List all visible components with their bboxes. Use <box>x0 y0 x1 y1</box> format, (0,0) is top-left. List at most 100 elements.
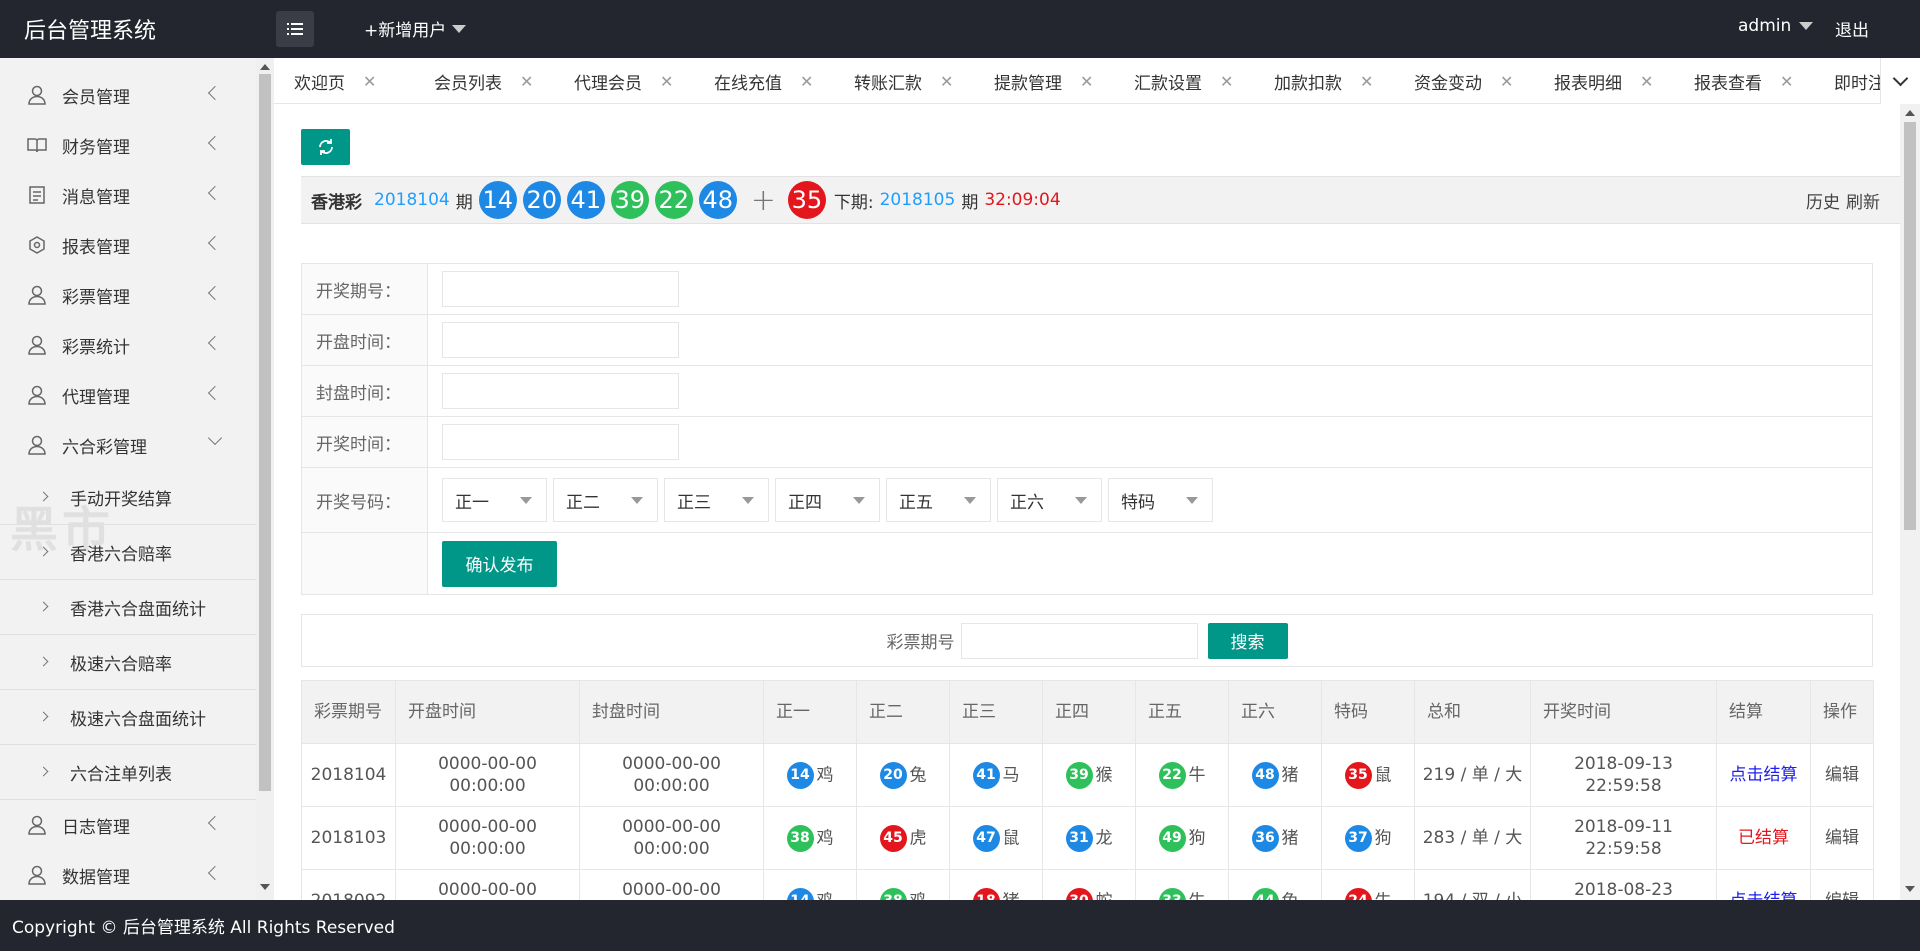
sidebar-subitem-2[interactable]: 香港六合盘面统计 <box>0 580 256 635</box>
issue-input[interactable] <box>442 271 679 307</box>
refresh-icon <box>318 139 333 155</box>
tab-5[interactable]: 提款管理 ✕ <box>994 58 1093 103</box>
lottery-result-bar: 香港彩 2018104 期 14 20 41 39 22 48 + 35 下期: 2018… <box>301 176 1900 224</box>
sidebar-item-after-1[interactable]: 数据管理 <box>0 850 256 900</box>
tab-4[interactable]: 转账汇款 ✕ <box>854 58 953 103</box>
close-icon[interactable]: ✕ <box>1500 72 1513 91</box>
number-select-4[interactable]: 正五 <box>886 478 991 522</box>
edit-link[interactable]: 编辑 <box>1825 765 1859 785</box>
sidebar-item-5[interactable]: 彩票统计 <box>0 320 256 370</box>
sidebar-subitem-4[interactable]: 极速六合盘面统计 <box>0 690 256 745</box>
caret-down-icon <box>1799 22 1814 30</box>
message-icon <box>26 184 48 206</box>
scroll-down-icon[interactable] <box>260 884 270 890</box>
number-ball: 31 <box>1065 824 1093 852</box>
number-select-1[interactable]: 正二 <box>553 478 658 522</box>
scrollbar-thumb[interactable] <box>259 74 271 791</box>
tab-10[interactable]: 报表查看 ✕ <box>1694 58 1793 103</box>
close-icon[interactable]: ✕ <box>1360 72 1373 91</box>
tab-9[interactable]: 报表明细 ✕ <box>1554 58 1653 103</box>
history-link[interactable]: 历史 <box>1806 193 1840 213</box>
draw-time-cell: 2018-09-13 22:59:58 <box>1530 743 1717 807</box>
sidebar-item-2[interactable]: 消息管理 <box>0 170 256 220</box>
tab-6[interactable]: 汇款设置 ✕ <box>1134 58 1233 103</box>
number-select-0[interactable]: 正一 <box>442 478 547 522</box>
number-select-5[interactable]: 正六 <box>997 478 1102 522</box>
sidebar-item-3[interactable]: 报表管理 <box>0 220 256 270</box>
number-select-6[interactable]: 特码 <box>1108 478 1213 522</box>
number-ball: 41 <box>972 761 1000 789</box>
refresh-link[interactable]: 刷新 <box>1846 193 1880 213</box>
refresh-button[interactable] <box>301 129 350 165</box>
open-time-input[interactable] <box>442 322 679 358</box>
issue-cell: 2018103 <box>301 806 396 870</box>
close-icon[interactable]: ✕ <box>1780 72 1793 91</box>
chevron-right-icon <box>38 491 49 502</box>
sidebar-item-6[interactable]: 代理管理 <box>0 370 256 420</box>
close-icon[interactable]: ✕ <box>363 72 376 91</box>
sidebar-item-0[interactable]: 会员管理 <box>0 70 256 120</box>
sidebar-subitem-1[interactable]: 香港六合赔率 <box>0 525 256 580</box>
search-button[interactable]: 搜索 <box>1207 622 1288 659</box>
top-bar: 后台管理系统 +新增用户 admin 退出 <box>0 0 1920 58</box>
menu-toggle-button[interactable] <box>276 11 314 47</box>
number-select-2[interactable]: 正三 <box>664 478 769 522</box>
issue-unit: 期 <box>961 192 979 213</box>
close-icon[interactable]: ✕ <box>1640 72 1653 91</box>
caret-down-icon <box>452 24 467 33</box>
tab-7[interactable]: 加款扣款 ✕ <box>1274 58 1373 103</box>
tab-1[interactable]: 会员列表 ✕ <box>434 58 533 103</box>
zodiac-label: 鼠 <box>1002 828 1020 848</box>
draw-time-label: 开奖时间： <box>302 417 428 467</box>
select-value: 正二 <box>566 492 600 513</box>
sidebar-item-7[interactable]: 六合彩管理 <box>0 420 256 470</box>
search-input[interactable] <box>960 622 1198 659</box>
sidebar-item-label: 财务管理 <box>62 137 130 158</box>
sidebar-subitem-5[interactable]: 六合注单列表 <box>0 745 256 800</box>
next-issue-label: 下期: <box>833 192 874 213</box>
open-time-cell: 0000-00-00 00:00:00 <box>395 806 580 870</box>
number-ball: 22 <box>1158 761 1186 789</box>
scroll-up-icon[interactable] <box>260 64 270 70</box>
sidebar-item-1[interactable]: 财务管理 <box>0 120 256 170</box>
tab-label: 加款扣款 <box>1274 73 1342 94</box>
number-select-3[interactable]: 正四 <box>775 478 880 522</box>
tab-label: 资金变动 <box>1414 73 1482 94</box>
tab-3[interactable]: 在线充值 ✕ <box>714 58 813 103</box>
settle-link[interactable]: 点击结算 <box>1730 765 1798 785</box>
sidebar-item-after-0[interactable]: 日志管理 <box>0 800 256 850</box>
sidebar-item-4[interactable]: 彩票管理 <box>0 270 256 320</box>
sidebar-scrollbar[interactable] <box>256 58 274 900</box>
sidebar-subitem-3[interactable]: 极速六合赔率 <box>0 635 256 690</box>
scrollbar-thumb[interactable] <box>1904 122 1916 530</box>
close-time-input[interactable] <box>442 373 679 409</box>
scroll-down-icon[interactable] <box>1905 886 1915 892</box>
column-header: 正五 <box>1135 680 1229 744</box>
draw-time-input[interactable] <box>442 424 679 460</box>
edit-link[interactable]: 编辑 <box>1825 828 1859 848</box>
add-user-menu[interactable]: +新增用户 <box>364 16 467 41</box>
close-icon[interactable]: ✕ <box>1220 72 1233 91</box>
content-scrollbar[interactable] <box>1900 104 1920 900</box>
close-icon[interactable]: ✕ <box>1080 72 1093 91</box>
user-menu[interactable]: admin <box>1738 16 1814 36</box>
close-icon[interactable]: ✕ <box>940 72 953 91</box>
logout-link[interactable]: 退出 <box>1835 16 1869 41</box>
chevron-right-icon <box>38 546 49 557</box>
tab-more-button[interactable] <box>1880 58 1920 104</box>
tab-0[interactable]: 欢迎页 ✕ <box>294 58 376 103</box>
number-ball: 36 <box>1251 824 1279 852</box>
sidebar-subitem-label: 香港六合赔率 <box>70 544 172 565</box>
tab-8[interactable]: 资金变动 ✕ <box>1414 58 1513 103</box>
zodiac-label: 猪 <box>1281 765 1299 785</box>
settle-link[interactable]: 已结算 <box>1738 828 1789 848</box>
close-icon[interactable]: ✕ <box>520 72 533 91</box>
confirm-publish-button[interactable]: 确认发布 <box>442 540 557 587</box>
sidebar-subitem-0[interactable]: 手动开奖结算 <box>0 470 256 525</box>
tab-2[interactable]: 代理会员 ✕ <box>574 58 673 103</box>
zodiac-label: 虎 <box>909 828 927 848</box>
close-icon[interactable]: ✕ <box>660 72 673 91</box>
chevron-left-icon <box>207 135 223 151</box>
scroll-up-icon[interactable] <box>1905 110 1915 116</box>
close-icon[interactable]: ✕ <box>800 72 813 91</box>
